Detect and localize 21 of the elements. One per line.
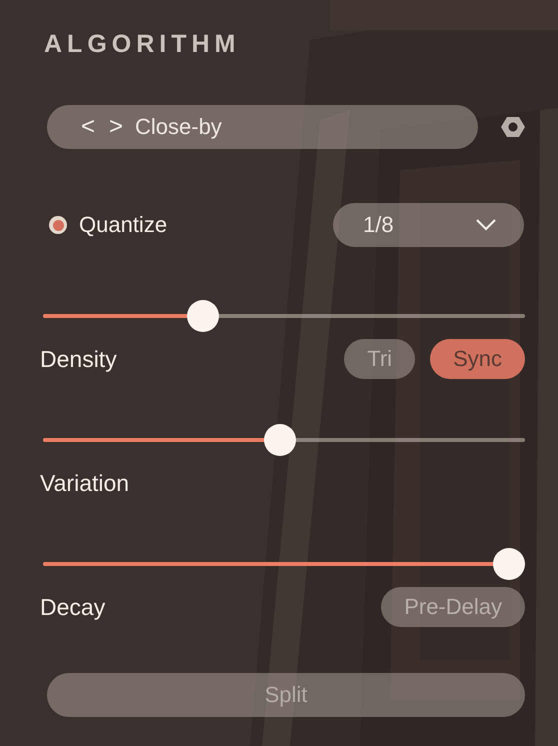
mode-option[interactable]: Sync: [430, 339, 525, 379]
section-title: ALGORITHM: [44, 29, 242, 59]
quantize-label: Quantize: [79, 212, 168, 238]
slider-thumb[interactable]: [264, 424, 296, 456]
toggle-button[interactable]: Pre-Delay: [381, 587, 525, 627]
next-button[interactable]: >: [107, 113, 125, 141]
preset-selector[interactable]: < > Close-by: [47, 105, 478, 149]
preset-name: Close-by: [135, 114, 222, 140]
hexagon-icon[interactable]: [501, 116, 525, 138]
slider-label: Variation: [40, 470, 130, 496]
slider-track[interactable]: [43, 548, 525, 580]
previous-button[interactable]: <: [79, 113, 97, 141]
quantize-radio[interactable]: [49, 216, 67, 234]
chevron-down-icon: [476, 219, 496, 231]
slider-label: Density: [40, 346, 117, 372]
slider-track[interactable]: [43, 300, 525, 332]
mode-option[interactable]: Tri: [344, 339, 416, 379]
slider-label: Decay: [40, 594, 106, 620]
slider-thumb[interactable]: [186, 300, 219, 332]
quantize-dropdown[interactable]: 1/8: [333, 203, 524, 247]
slider-track[interactable]: [43, 424, 525, 456]
